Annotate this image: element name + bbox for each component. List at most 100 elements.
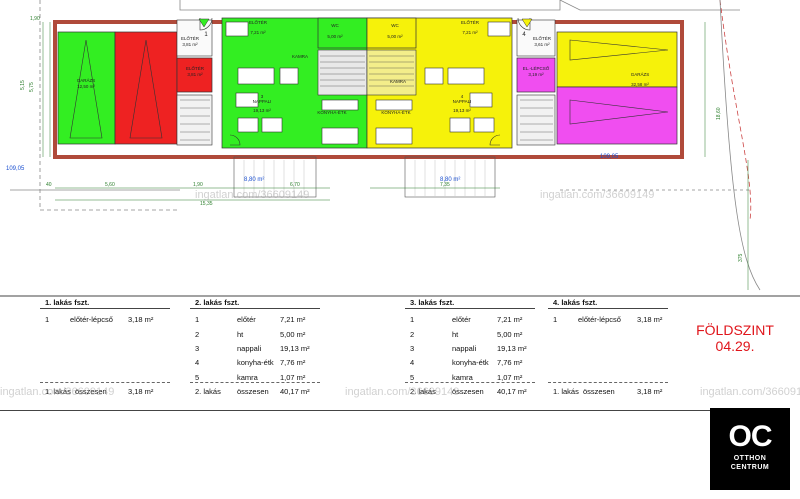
label-u2-living-area: 19,13 m² — [253, 108, 271, 113]
table-1-total-area: 3,18 m² — [128, 387, 154, 396]
label-entry1-area: 3,81 m² — [182, 42, 198, 47]
table-4-total-word: összesen — [583, 387, 615, 396]
table-4-row-area: 3,18 m² — [637, 315, 663, 324]
table-2-row1-area: 7,21 m² — [280, 315, 306, 324]
label-u3-entry-area: 7,21 m² — [462, 30, 478, 35]
label-garage-right-name: GARÁZS — [631, 71, 650, 77]
bottom-rule — [0, 410, 710, 411]
table-3-row5-name: kamra — [452, 373, 473, 382]
table-3-row3-num: 3 — [410, 344, 415, 353]
label-u3-wc-area: 5,00 m² — [387, 34, 403, 39]
table-1-row-name: előtér-lépcső — [70, 315, 113, 324]
dim-bottom-a: 5,60 — [105, 182, 115, 188]
stamp-date: 04.29. — [715, 338, 755, 354]
table-2-row1-name: előtér — [237, 315, 256, 324]
label-u2-kitchen: KONYHA-ÉTK — [317, 109, 346, 115]
dim-left-b: 5,75 — [29, 82, 35, 92]
logo-line2: CENTRUM — [730, 464, 770, 471]
label-u2-wc-area: 5,00 m² — [327, 34, 343, 39]
watermark-table-mid: ingatlan.com/36609149 — [345, 386, 460, 398]
dim-bottom-c: 6,70 — [290, 182, 300, 188]
label-u2-living-name: NAPPALI — [253, 99, 272, 104]
logo-mark: OC — [728, 420, 773, 453]
table-4-row-num: 1 — [553, 315, 558, 324]
room-garage-right-magenta — [556, 86, 678, 145]
table-1-title: 1. lakás fszt. — [45, 298, 90, 307]
label-u2-wc-name: WC — [331, 23, 339, 28]
dim-left-total: 109,05 — [6, 166, 25, 172]
dim-bottom-b: 1,90 — [193, 182, 203, 188]
label-garage-left-area: 12,50 m² — [77, 84, 95, 89]
table-2-row1-num: 1 — [195, 315, 200, 324]
otthon-centrum-logo: OC OTTHON CENTRUM — [710, 408, 790, 490]
label-u4-entry-name: ELŐTÉR — [533, 35, 552, 41]
label-garage-left-name: GARÁZS — [77, 77, 96, 83]
stair-unit3 — [366, 49, 417, 96]
dim-right-total: 109,05 — [600, 154, 619, 160]
table-2-row3-num: 3 — [195, 344, 200, 353]
label-u3-kamra: KAMRA — [390, 79, 406, 84]
terrace-left-area: 8,80 m² — [244, 177, 264, 183]
table-2-title: 2. lakás fszt. — [195, 298, 240, 307]
table-3-total-area: 40,17 m² — [497, 387, 527, 396]
stair-4 — [516, 94, 556, 146]
table-3-row4-area: 7,76 m² — [497, 358, 523, 367]
label-u4-stair-area: 3,19 m² — [528, 72, 544, 77]
watermark-table-left: ingatlan.com/36609149 — [0, 386, 115, 398]
label-u4-stair-name: EL.-LÉPCSŐ — [523, 65, 550, 71]
table-3-row4-num: 4 — [410, 358, 415, 367]
logo-line1: OTTHON — [733, 455, 767, 462]
label-u3-kitchen: KONYHA-ÉTK — [381, 109, 410, 115]
label-u3-living-area: 19,13 m² — [453, 108, 471, 113]
table-2-total-word: összesen — [237, 387, 269, 396]
table-2-row4-area: 7,76 m² — [280, 358, 306, 367]
floor-stamp: FÖLDSZINT 04.29. — [690, 322, 780, 354]
terrace-right-area: 8,80 m² — [440, 177, 460, 183]
dim-bottom-small: 40 — [46, 182, 52, 188]
table-2-total-area: 40,17 m² — [280, 387, 310, 396]
stair-1 — [176, 94, 213, 146]
table-3-row5-num: 5 — [410, 373, 415, 382]
table-2-row2-area: 5,00 m² — [280, 330, 306, 339]
wc-unit2 — [317, 17, 368, 49]
table-3-title: 3. lakás fszt. — [410, 298, 455, 307]
table-4-total-label: 1. lakás — [553, 387, 579, 396]
table-3-row4-name: konyha-étk — [452, 358, 489, 367]
stamp-floor: FÖLDSZINT — [696, 322, 774, 338]
dim-left-a: 5,15 — [20, 80, 26, 90]
label-entry1b-name: ELŐTÉR — [186, 65, 205, 71]
table-4-row-name: előtér-lépcső — [578, 315, 621, 324]
table-1-row-num: 1 — [45, 315, 50, 324]
stair-unit2 — [317, 49, 368, 96]
table-4-total-area: 3,18 m² — [637, 387, 663, 396]
table-3-row3-name: nappali — [452, 344, 477, 353]
table-2-row5-name: kamra — [237, 373, 258, 382]
table-2-total-label: 2. lakás — [195, 387, 221, 396]
table-3-row3-area: 19,13 m² — [497, 344, 527, 353]
floor-plan: 1,90 5,15 5,75 5,60 40 1,90 6,70 7,35 15… — [0, 0, 800, 297]
dim-bottom-total: 15,35 — [200, 201, 213, 207]
table-4-title: 4. lakás fszt. — [553, 298, 598, 307]
table-2-row4-num: 4 — [195, 358, 200, 367]
table-3-row2-area: 5,00 m² — [497, 330, 523, 339]
label-u3-entry-name: ELŐTÉR — [461, 19, 480, 25]
label-garage-right-area: 32,58 m² — [631, 82, 649, 87]
label-u2-kamra: KAMRA — [292, 54, 308, 59]
label-u4-entry-area: 3,61 m² — [534, 42, 550, 47]
table-3-row1-name: előtér — [452, 315, 471, 324]
watermark-table-right: ingatlan.com/36609149 — [700, 386, 800, 398]
table-2-row3-name: nappali — [237, 344, 262, 353]
label-u2-entry-area: 7,21 m² — [250, 30, 266, 35]
table-2-row2-num: 2 — [195, 330, 200, 339]
table-2-row3-area: 19,13 m² — [280, 344, 310, 353]
room-garage-left-red — [114, 31, 178, 145]
label-entry1-name: ELŐTÉR — [181, 35, 200, 41]
dim-top-left: 1,90 — [30, 16, 40, 22]
table-3-row5-area: 1,07 m² — [497, 373, 523, 382]
label-u3-living-name: NAPPALI — [453, 99, 472, 104]
watermark-plan-right: ingatlan.com/36609149 — [540, 189, 654, 201]
table-3-row1-area: 7,21 m² — [497, 315, 523, 324]
table-3-row2-num: 2 — [410, 330, 415, 339]
table-2-row2-name: ht — [237, 330, 244, 339]
table-2-row5-num: 5 — [195, 373, 200, 382]
